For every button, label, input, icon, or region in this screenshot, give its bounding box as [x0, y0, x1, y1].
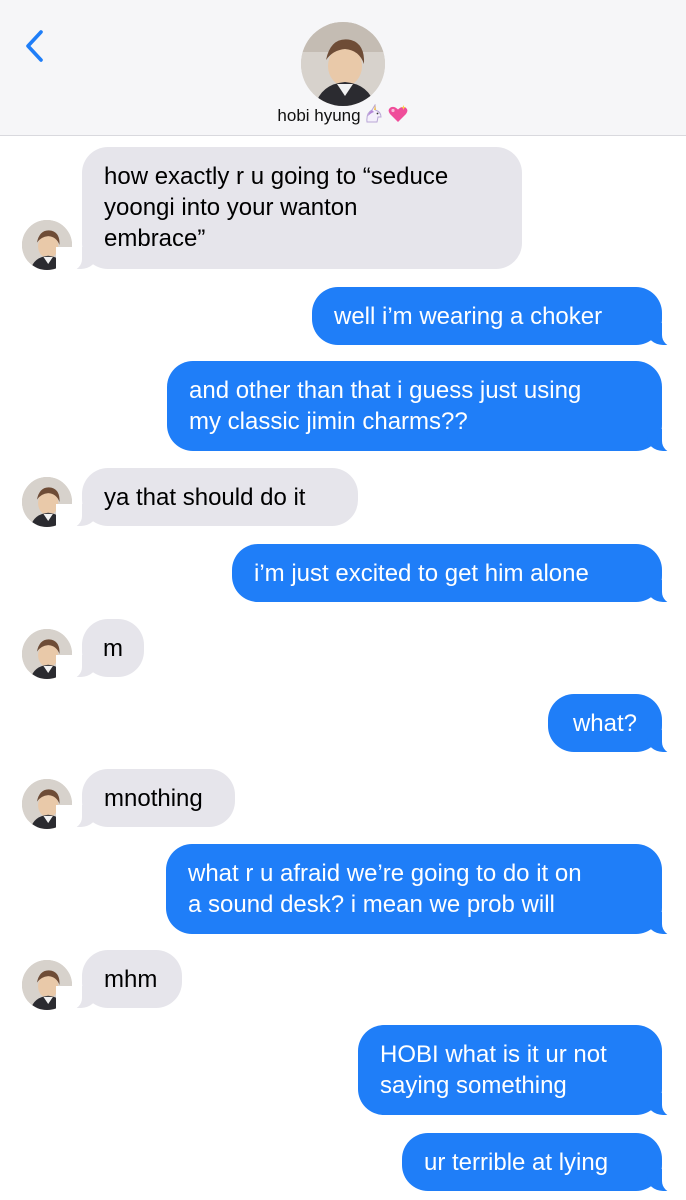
- contact-name-text: hobi hyung: [277, 106, 361, 125]
- message-text-line: i’m just excited to get him alone: [254, 560, 589, 587]
- contact-photo: [301, 22, 385, 106]
- message-bubble-received[interactable]: m: [56, 619, 144, 679]
- message-text-line: a sound desk? i mean we prob will: [188, 891, 555, 918]
- message-bubble-received[interactable]: how exactly r u going to “seduce yoongi …: [56, 147, 522, 271]
- message-text-line: what?: [572, 710, 638, 737]
- message-text-line: ya that should do it: [104, 484, 306, 511]
- message-text-line: m: [103, 635, 123, 662]
- message-bubble-sent[interactable]: well i’m wearing a choker: [312, 287, 686, 347]
- message-bubble-sent[interactable]: i’m just excited to get him alone: [232, 544, 686, 604]
- message-text-line: how exactly r u going to “seduce: [104, 163, 449, 190]
- message-bubble-received[interactable]: mnothing: [56, 769, 235, 829]
- message-text-line: well i’m wearing a choker: [334, 303, 603, 330]
- chevron-left-icon: [26, 30, 43, 62]
- message-text-line: mhm: [104, 966, 158, 993]
- sparkling-heart-icon: [387, 104, 409, 129]
- message-text-line: ur terrible at lying: [424, 1149, 609, 1176]
- message-text-line: embrace”: [104, 225, 206, 252]
- message-text-line: my classic jimin charms??: [189, 408, 468, 435]
- message-bubble-received[interactable]: mhm: [56, 950, 182, 1010]
- message-bubble-sent[interactable]: ur terrible at lying: [402, 1133, 686, 1193]
- message-text-line: what r u afraid we’re going to do it on: [188, 860, 582, 887]
- contact-name[interactable]: hobi hyung: [0, 103, 686, 129]
- message-text-line: and other than that i guess just using: [189, 377, 582, 404]
- message-text-line: saying something: [380, 1072, 567, 1099]
- message-text-line: yoongi into your wanton: [104, 194, 358, 221]
- conversation-header: hobi hyung: [0, 0, 686, 136]
- message-bubble-sent[interactable]: HOBI what is it ur not saying something: [358, 1025, 686, 1117]
- message-bubble-sent[interactable]: and other than that i guess just using m…: [167, 361, 686, 453]
- message-bubble-sent[interactable]: what r u afraid we’re going to do it on …: [166, 844, 686, 936]
- message-text-line: mnothing: [104, 785, 203, 812]
- unicorn-icon: [363, 103, 385, 129]
- message-bubble-received[interactable]: ya that should do it: [56, 468, 358, 528]
- message-bubble-sent[interactable]: what?: [548, 694, 686, 754]
- message-text-line: HOBI what is it ur not: [380, 1041, 607, 1068]
- contact-avatar[interactable]: [301, 22, 385, 106]
- back-button[interactable]: [20, 26, 50, 66]
